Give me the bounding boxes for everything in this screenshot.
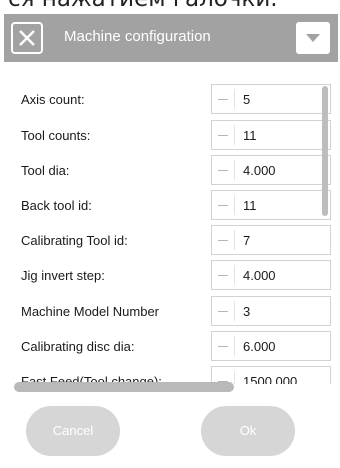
field-label: Calibrating disc dia: [21, 339, 135, 354]
field-value: 4.000 [243, 163, 276, 178]
field-row-tool-dia: Tool dia: 4.000 [4, 153, 331, 187]
field-value: 11 [243, 198, 257, 213]
settings-list: Axis count: 5 Tool counts: 11 Tool dia: … [4, 62, 338, 468]
field-label: Axis count: [21, 92, 85, 107]
decrement-button[interactable] [218, 99, 228, 100]
dialog-title: Machine configuration [64, 28, 211, 45]
decrement-button[interactable] [218, 135, 228, 136]
chevron-down-icon [306, 34, 320, 42]
field-row-axis-count: Axis count: 5 [4, 82, 331, 116]
field-value: 6.000 [243, 339, 276, 354]
machine-model-number-stepper[interactable]: 3 [211, 296, 331, 326]
decrement-button[interactable] [218, 205, 228, 206]
vertical-scrollbar[interactable] [322, 86, 328, 216]
field-label: Tool dia: [21, 163, 70, 178]
machine-configuration-dialog: Machine configuration Axis count: 5 Tool… [4, 14, 338, 468]
dialog-titlebar: Machine configuration [4, 14, 338, 62]
close-icon [19, 30, 35, 46]
field-row-machine-model-number: Machine Model Number 3 [4, 294, 331, 328]
field-value: 7 [243, 233, 251, 248]
ok-button[interactable]: Ok [201, 406, 295, 456]
tool-counts-stepper[interactable]: 11 [211, 120, 331, 150]
decrement-button[interactable] [218, 275, 228, 276]
decrement-button[interactable] [218, 240, 228, 241]
field-row-tool-counts: Tool counts: 11 [4, 118, 331, 152]
jig-invert-step-stepper[interactable]: 4.000 [211, 260, 331, 290]
field-value: 4.000 [243, 268, 276, 283]
decrement-button[interactable] [218, 311, 228, 312]
close-button[interactable] [11, 22, 43, 54]
field-label: Tool counts: [21, 128, 91, 143]
field-row-jig-invert-step: Jig invert step: 4.000 [4, 258, 331, 292]
back-tool-id-stepper[interactable]: 11 [211, 190, 331, 220]
background-text: ся нажатием галочки. [8, 0, 278, 12]
calibrating-tool-id-stepper[interactable]: 7 [211, 225, 331, 255]
field-label: Machine Model Number [21, 304, 160, 319]
decrement-button[interactable] [218, 170, 228, 171]
field-value: 5 [243, 92, 251, 107]
field-label: Calibrating Tool id: [21, 233, 128, 248]
field-row-back-tool-id: Back tool id: 11 [4, 188, 331, 222]
axis-count-stepper[interactable]: 5 [211, 84, 331, 114]
field-value: 11 [243, 128, 257, 143]
field-label: Back tool id: [21, 198, 92, 213]
decrement-button[interactable] [218, 346, 228, 347]
dropdown-button[interactable] [296, 22, 330, 54]
field-value: 3 [243, 304, 251, 319]
tool-dia-stepper[interactable]: 4.000 [211, 155, 331, 185]
horizontal-scrollbar[interactable] [14, 382, 234, 392]
field-row-calibrating-disc-dia: Calibrating disc dia: 6.000 [4, 329, 331, 363]
field-row-calibrating-tool-id: Calibrating Tool id: 7 [4, 223, 331, 257]
cancel-button[interactable]: Cancel [26, 406, 120, 456]
calibrating-disc-dia-stepper[interactable]: 6.000 [211, 331, 331, 361]
field-label: Jig invert step: [21, 268, 105, 283]
